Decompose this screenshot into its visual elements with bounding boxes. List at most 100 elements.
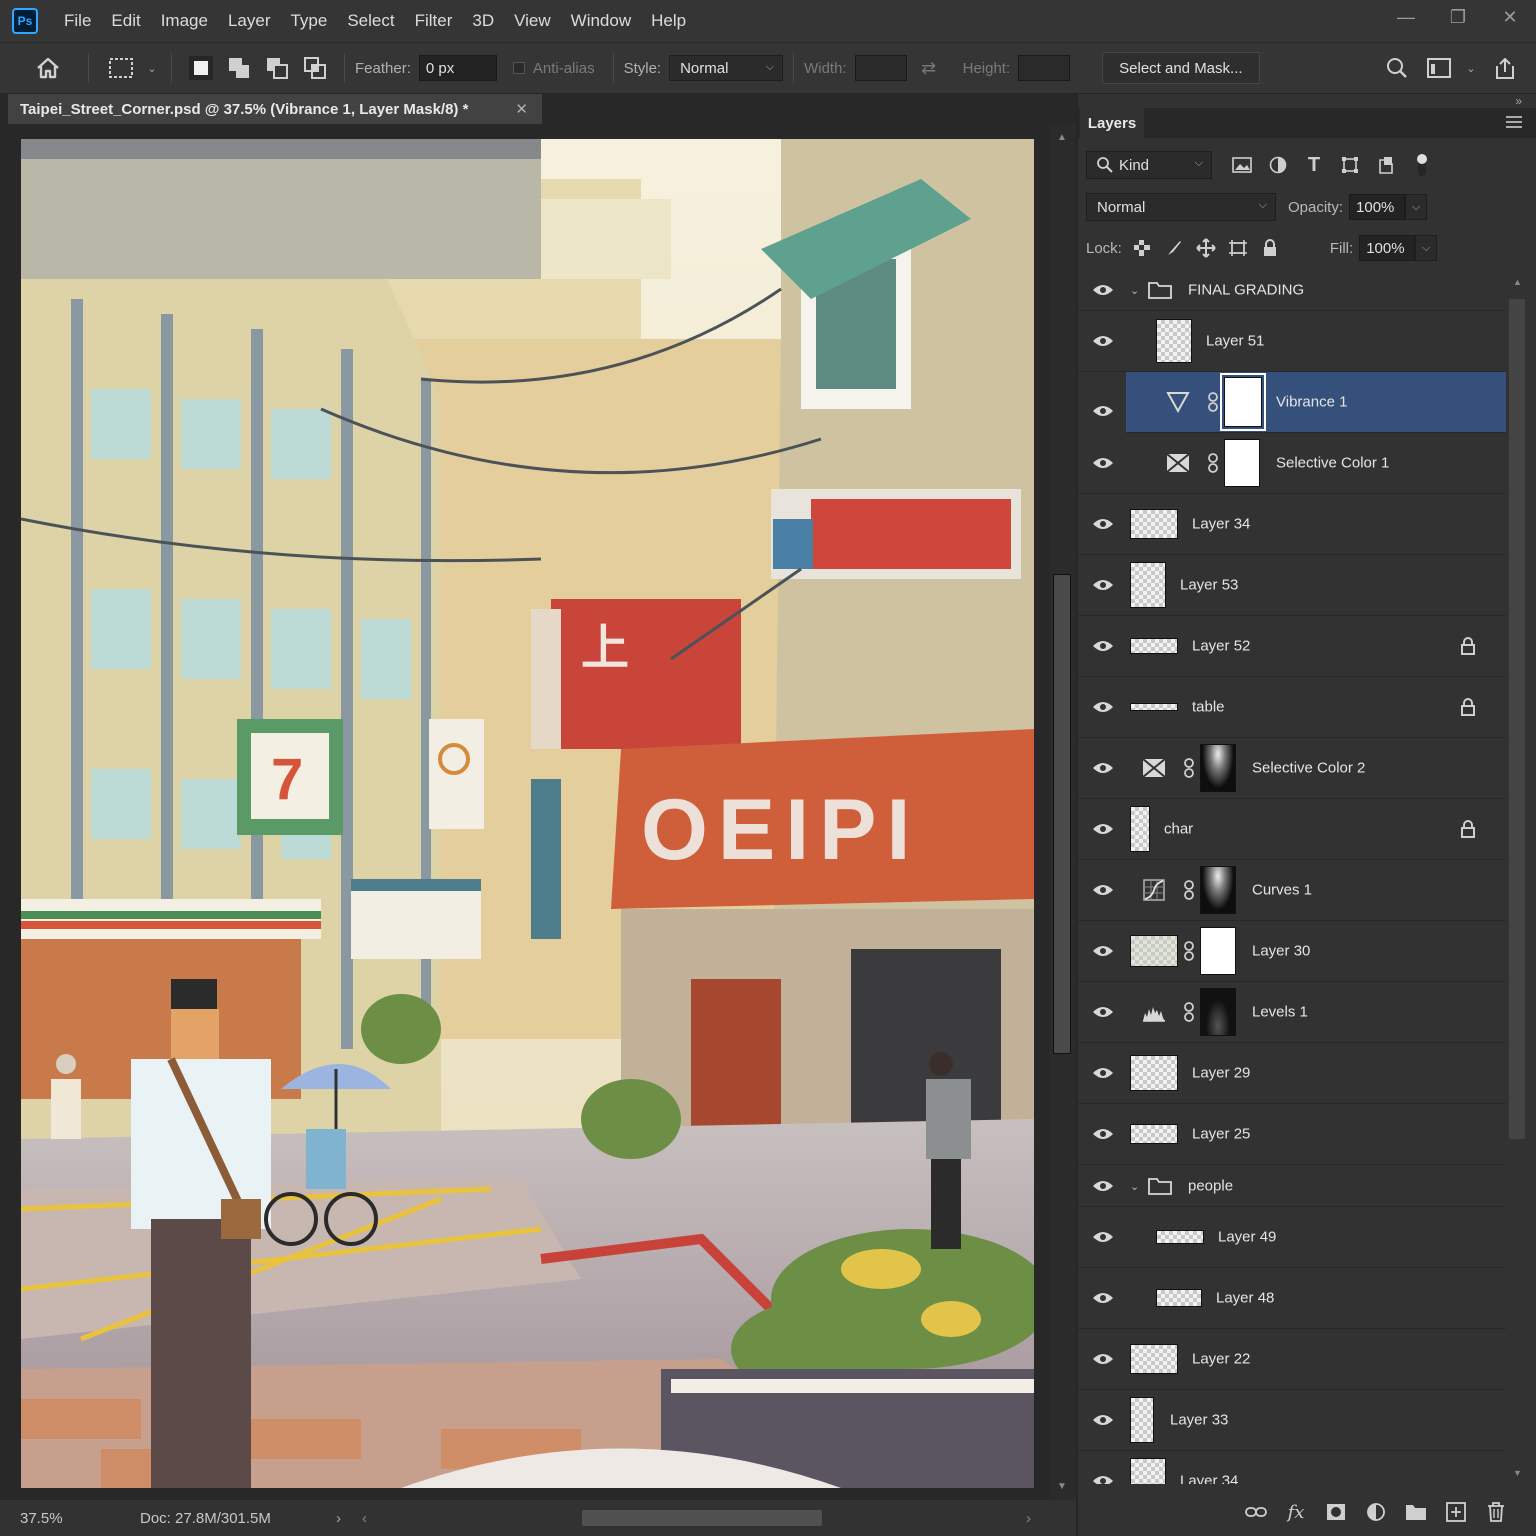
tab-layers[interactable]: Layers <box>1080 108 1144 138</box>
opacity-dropdown-icon[interactable]: ⌵ <box>1405 194 1428 220</box>
layer-locked-icon[interactable] <box>1460 698 1476 716</box>
layer-row-layer-34[interactable]: Layer 34 <box>1078 494 1506 555</box>
lock-artboard-icon[interactable] <box>1222 239 1254 257</box>
group-expand-chevron-icon[interactable]: ⌄ <box>1130 1180 1139 1193</box>
filter-kind-select[interactable]: Kind ⌵ <box>1086 151 1212 179</box>
new-selection-icon[interactable] <box>182 56 220 80</box>
filter-smart-object-icon[interactable] <box>1368 156 1404 174</box>
scroll-left-icon[interactable]: ‹ <box>362 1510 367 1527</box>
fill-dropdown-icon[interactable]: ⌵ <box>1415 235 1438 261</box>
width-input[interactable] <box>854 55 907 81</box>
layer-row-layer-29[interactable]: Layer 29 <box>1078 1043 1506 1104</box>
layer-effects-icon[interactable]: fx <box>1276 1502 1316 1523</box>
home-icon[interactable] <box>18 56 78 80</box>
search-icon[interactable] <box>1376 57 1418 79</box>
subtract-from-selection-icon[interactable] <box>258 56 296 80</box>
visibility-eye-icon[interactable] <box>1092 1066 1114 1080</box>
layer-row-layer-49[interactable]: Layer 49 <box>1078 1207 1506 1268</box>
layer-row-layer-48[interactable]: Layer 48 <box>1078 1268 1506 1329</box>
group-expand-chevron-icon[interactable]: ⌄ <box>1130 284 1139 297</box>
canvas-area[interactable]: 7 上 OEIPI <box>0 124 1050 1500</box>
filter-adjustment-icon[interactable] <box>1260 156 1296 174</box>
layer-locked-icon[interactable] <box>1460 637 1476 655</box>
layer-locked-icon[interactable] <box>1460 820 1476 838</box>
visibility-eye-icon[interactable] <box>1092 1474 1114 1484</box>
mask-link-icon[interactable] <box>1182 1002 1196 1022</box>
visibility-eye-icon[interactable] <box>1092 1291 1114 1305</box>
filter-pixel-icon[interactable] <box>1224 157 1260 173</box>
workspace-icon[interactable] <box>1418 58 1460 78</box>
visibility-eye-icon[interactable] <box>1092 822 1114 836</box>
lock-transparent-pixels-icon[interactable] <box>1126 240 1158 256</box>
visibility-eye-icon[interactable] <box>1092 944 1114 958</box>
layer-mask-thumbnail[interactable] <box>1224 439 1260 487</box>
zoom-level[interactable]: 37.5% <box>20 1510 140 1527</box>
layer-row-table[interactable]: table <box>1078 677 1506 738</box>
lock-all-icon[interactable] <box>1254 239 1286 257</box>
menu-select[interactable]: Select <box>337 11 404 31</box>
visibility-eye-icon[interactable] <box>1092 578 1114 592</box>
scroll-up-icon[interactable]: ▲ <box>1513 277 1522 287</box>
layer-row-levels-1[interactable]: Levels 1 <box>1078 982 1506 1043</box>
visibility-eye-icon[interactable] <box>1092 761 1114 775</box>
new-layer-icon[interactable] <box>1436 1502 1476 1522</box>
panel-menu-icon[interactable] <box>1506 116 1522 131</box>
restore-icon[interactable]: ❐ <box>1432 0 1484 34</box>
layer-mask-thumbnail[interactable] <box>1200 866 1236 914</box>
visibility-eye-icon[interactable] <box>1092 639 1114 653</box>
minimize-icon[interactable]: — <box>1380 0 1432 34</box>
layer-row-layer-53[interactable]: Layer 53 <box>1078 555 1506 616</box>
opacity-input[interactable]: 100% <box>1349 194 1406 220</box>
layer-row-layer-34-b[interactable]: Layer 34 <box>1078 1451 1506 1484</box>
feather-input[interactable]: 0 px <box>418 55 497 81</box>
close-window-icon[interactable]: ✕ <box>1484 0 1536 34</box>
visibility-eye-icon[interactable] <box>1092 456 1114 470</box>
swap-width-height-icon[interactable]: ⇄ <box>907 58 951 79</box>
new-adjustment-layer-icon[interactable] <box>1356 1502 1396 1522</box>
layer-mask-thumbnail[interactable] <box>1220 373 1266 431</box>
height-input[interactable] <box>1018 55 1071 81</box>
filter-type-icon[interactable]: T <box>1296 154 1332 177</box>
layer-row-layer-25[interactable]: Layer 25 <box>1078 1104 1506 1165</box>
select-and-mask-button[interactable]: Select and Mask... <box>1102 52 1260 84</box>
intersect-selection-icon[interactable] <box>296 56 334 80</box>
mask-link-icon[interactable] <box>1182 758 1196 778</box>
layers-scrollbar[interactable]: ▲ ▼ <box>1508 269 1526 1484</box>
add-to-selection-icon[interactable] <box>220 56 258 80</box>
blend-mode-select[interactable]: Normal ⌵ <box>1086 193 1276 221</box>
horizontal-scroll-thumb[interactable] <box>582 1510 822 1526</box>
menu-3d[interactable]: 3D <box>462 11 504 31</box>
visibility-eye-icon[interactable] <box>1092 1127 1114 1141</box>
layer-row-final-grading[interactable]: ⌄ FINAL GRADING <box>1078 269 1506 311</box>
layer-row-vibrance-1[interactable]: Vibrance 1 <box>1126 372 1506 433</box>
artwork-canvas[interactable]: 7 上 OEIPI <box>21 139 1034 1488</box>
scroll-right-icon[interactable]: › <box>1026 1510 1031 1527</box>
layer-row-char[interactable]: char <box>1078 799 1506 860</box>
layer-mask-thumbnail[interactable] <box>1200 927 1236 975</box>
layer-row-layer-22[interactable]: Layer 22 <box>1078 1329 1506 1390</box>
menu-image[interactable]: Image <box>151 11 218 31</box>
scroll-thumb[interactable] <box>1053 574 1071 1054</box>
layer-mask-thumbnail[interactable] <box>1200 988 1236 1036</box>
visibility-eye-icon[interactable] <box>1092 283 1114 297</box>
visibility-eye-icon[interactable] <box>1092 1352 1114 1366</box>
scroll-down-icon[interactable]: ▼ <box>1513 1468 1522 1478</box>
scroll-up-icon[interactable]: ▲ <box>1057 132 1067 143</box>
mask-link-icon[interactable] <box>1182 880 1196 900</box>
mask-link-icon[interactable] <box>1206 453 1220 473</box>
document-tab[interactable]: Taipei_Street_Corner.psd @ 37.5% (Vibran… <box>8 94 542 124</box>
menu-type[interactable]: Type <box>280 11 337 31</box>
workspace-chevron-icon[interactable]: ⌄ <box>1460 62 1482 75</box>
status-menu-chevron-icon[interactable]: › <box>336 1510 362 1527</box>
menu-file[interactable]: File <box>54 11 101 31</box>
menu-help[interactable]: Help <box>641 11 696 31</box>
layer-row-layer-52[interactable]: Layer 52 <box>1078 616 1506 677</box>
visibility-eye-icon[interactable] <box>1092 700 1114 714</box>
canvas-vertical-scrollbar[interactable]: ▲ ▼ <box>1050 124 1076 1500</box>
visibility-eye-icon[interactable] <box>1092 1179 1114 1193</box>
scroll-down-icon[interactable]: ▼ <box>1057 1481 1067 1492</box>
layer-row-selective-color-1[interactable]: Selective Color 1 <box>1078 433 1506 494</box>
menu-filter[interactable]: Filter <box>405 11 463 31</box>
visibility-eye-icon[interactable] <box>1092 517 1114 531</box>
mask-link-icon[interactable] <box>1206 392 1220 412</box>
